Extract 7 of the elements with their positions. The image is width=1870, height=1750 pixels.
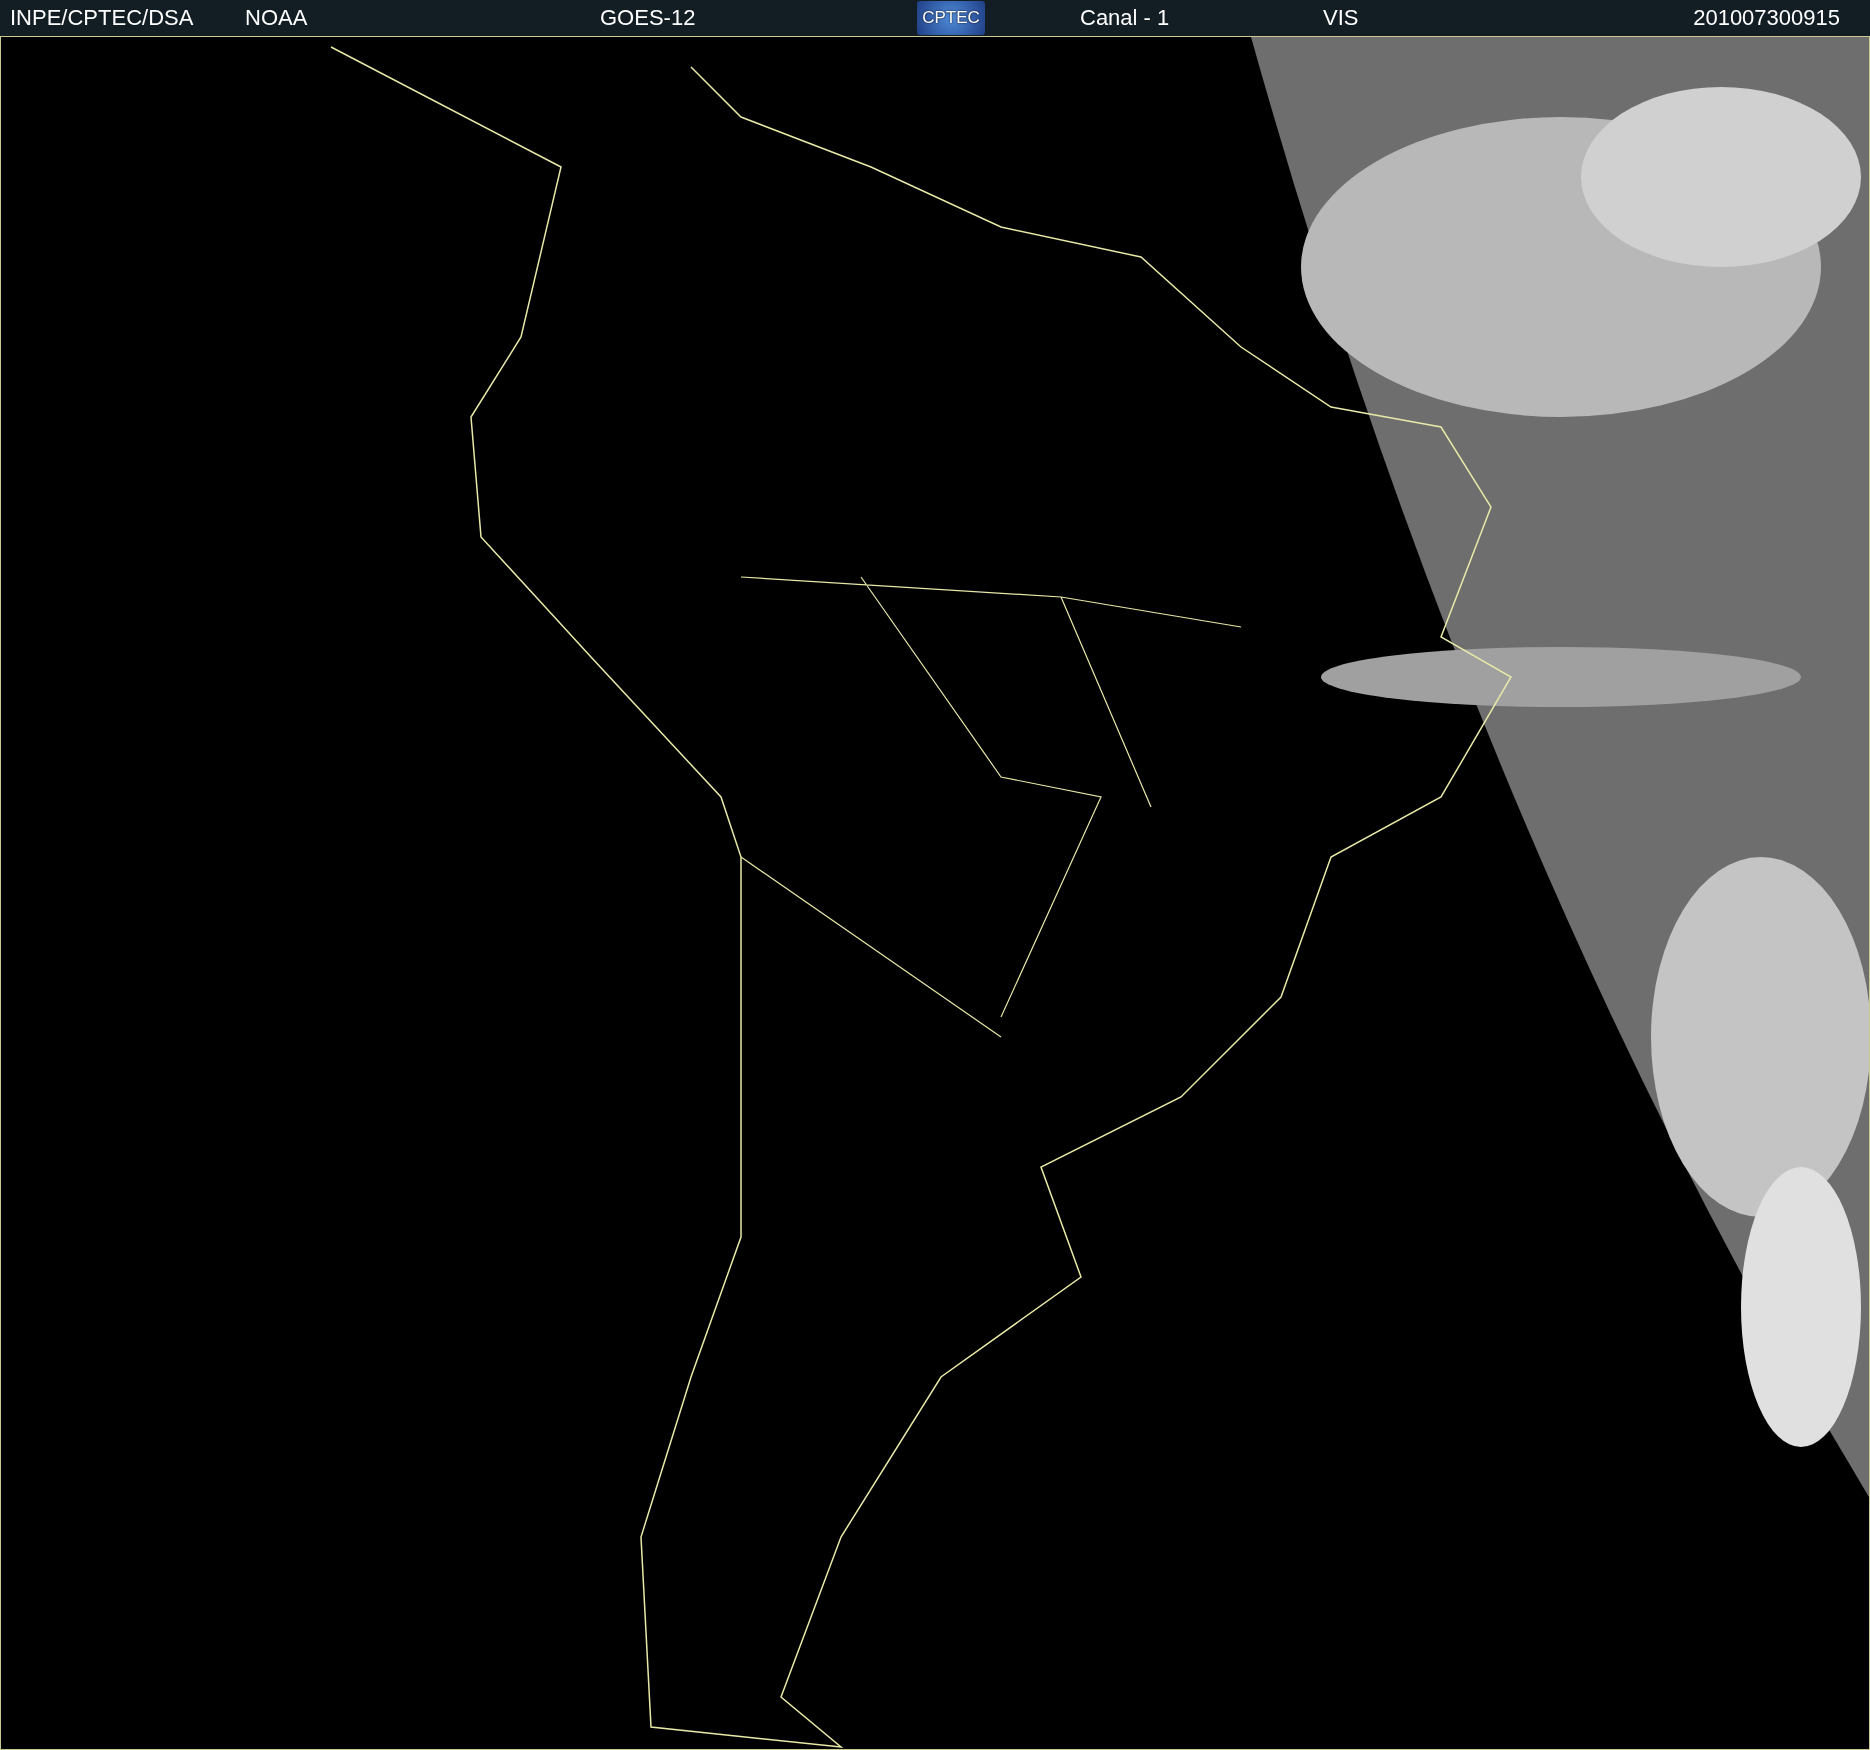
agency-label: NOAA xyxy=(245,5,309,31)
source-label: INPE/CPTEC/DSA xyxy=(10,5,195,31)
band-label: VIS xyxy=(1323,5,1360,31)
logo: CPTEC xyxy=(917,1,985,35)
channel-label: Canal - 1 xyxy=(1080,5,1171,31)
timestamp-label: 201007300915 xyxy=(1693,5,1840,31)
satellite-label: GOES-12 xyxy=(600,5,697,31)
